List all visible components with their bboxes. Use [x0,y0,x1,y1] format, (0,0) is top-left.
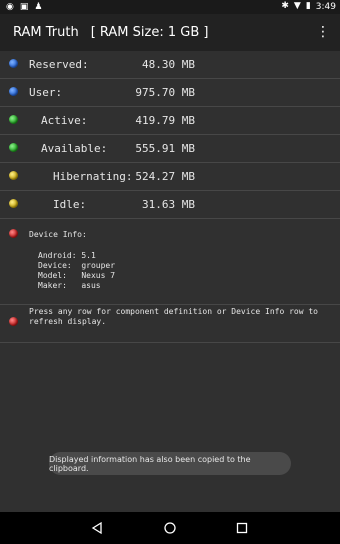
ram-list: Reserved: 48.30 MB User: 975.70 MB Activ… [0,51,340,343]
row-label: Available: [41,142,108,155]
wifi-icon: ▼ [293,1,301,11]
device-info-details: Android: 5.1 Device: grouper Model: Nexus … [38,251,115,291]
status-bar: ◉ ▣ ♟ ✱ ▼ ▮ 3:49 [0,0,340,14]
row-value: 48.30 MB [142,58,195,71]
device-info-row[interactable]: Device Info: Android: 5.1 Device: grouper… [0,219,340,305]
row-label: Hibernating: [53,170,133,183]
yellow-dot-icon [9,199,18,208]
blue-dot-icon [9,59,18,68]
row-reserved[interactable]: Reserved: 48.30 MB [0,51,340,79]
row-value: 555.91 MB [135,142,195,155]
green-dot-icon [9,143,18,152]
ram-size-label: [ RAM Size: 1 GB ] [90,25,209,40]
recents-icon[interactable] [235,521,249,535]
notification-icon: ◉ [6,2,14,12]
row-available[interactable]: Available: 555.91 MB [0,135,340,163]
overflow-menu-icon[interactable]: ⋮ [316,24,330,40]
yellow-dot-icon [9,171,18,180]
device-android: Android: 5.1 [38,251,96,260]
red-dot-icon [9,317,18,326]
green-dot-icon [9,115,18,124]
device-info-header: Device Info: [29,230,87,239]
row-value: 524.27 MB [135,170,195,183]
device-model: Model: Nexus 7 [38,271,116,280]
app-title: RAM Truth [13,25,79,40]
navigation-bar [0,512,340,544]
row-label: Reserved: [29,58,89,71]
status-time: 3:49 [315,1,336,12]
battery-icon: ▮ [305,1,311,11]
row-label: Active: [41,114,88,127]
android-notification-icon: ♟ [34,2,43,12]
press-hint-text: Press any row for component definition o… [29,307,318,326]
row-idle[interactable]: Idle: 31.63 MB [0,191,340,219]
row-active[interactable]: Active: 419.79 MB [0,107,340,135]
bluetooth-icon: ✱ [281,1,289,11]
row-hibernating[interactable]: Hibernating: 524.27 MB [0,163,340,191]
row-label: User: [29,86,63,99]
photo-notification-icon: ▣ [19,2,29,12]
row-user[interactable]: User: 975.70 MB [0,79,340,107]
red-dot-icon [9,229,18,238]
row-value: 419.79 MB [135,114,195,127]
device-name: Device: grouper [38,261,116,270]
press-hint-row[interactable]: Press any row for component definition o… [0,305,340,343]
row-value: 975.70 MB [135,86,195,99]
toast-message: Displayed information has also been copi… [49,452,291,475]
back-icon[interactable] [90,521,104,535]
home-icon[interactable] [163,521,177,535]
row-value: 31.63 MB [142,198,195,211]
row-label: Idle: [53,198,87,211]
toast-text: Displayed information has also been copi… [49,454,251,473]
device-maker: Maker: asus [38,281,101,290]
blue-dot-icon [9,87,18,96]
app-bar: RAM Truth [ RAM Size: 1 GB ] ⋮ [0,14,340,51]
